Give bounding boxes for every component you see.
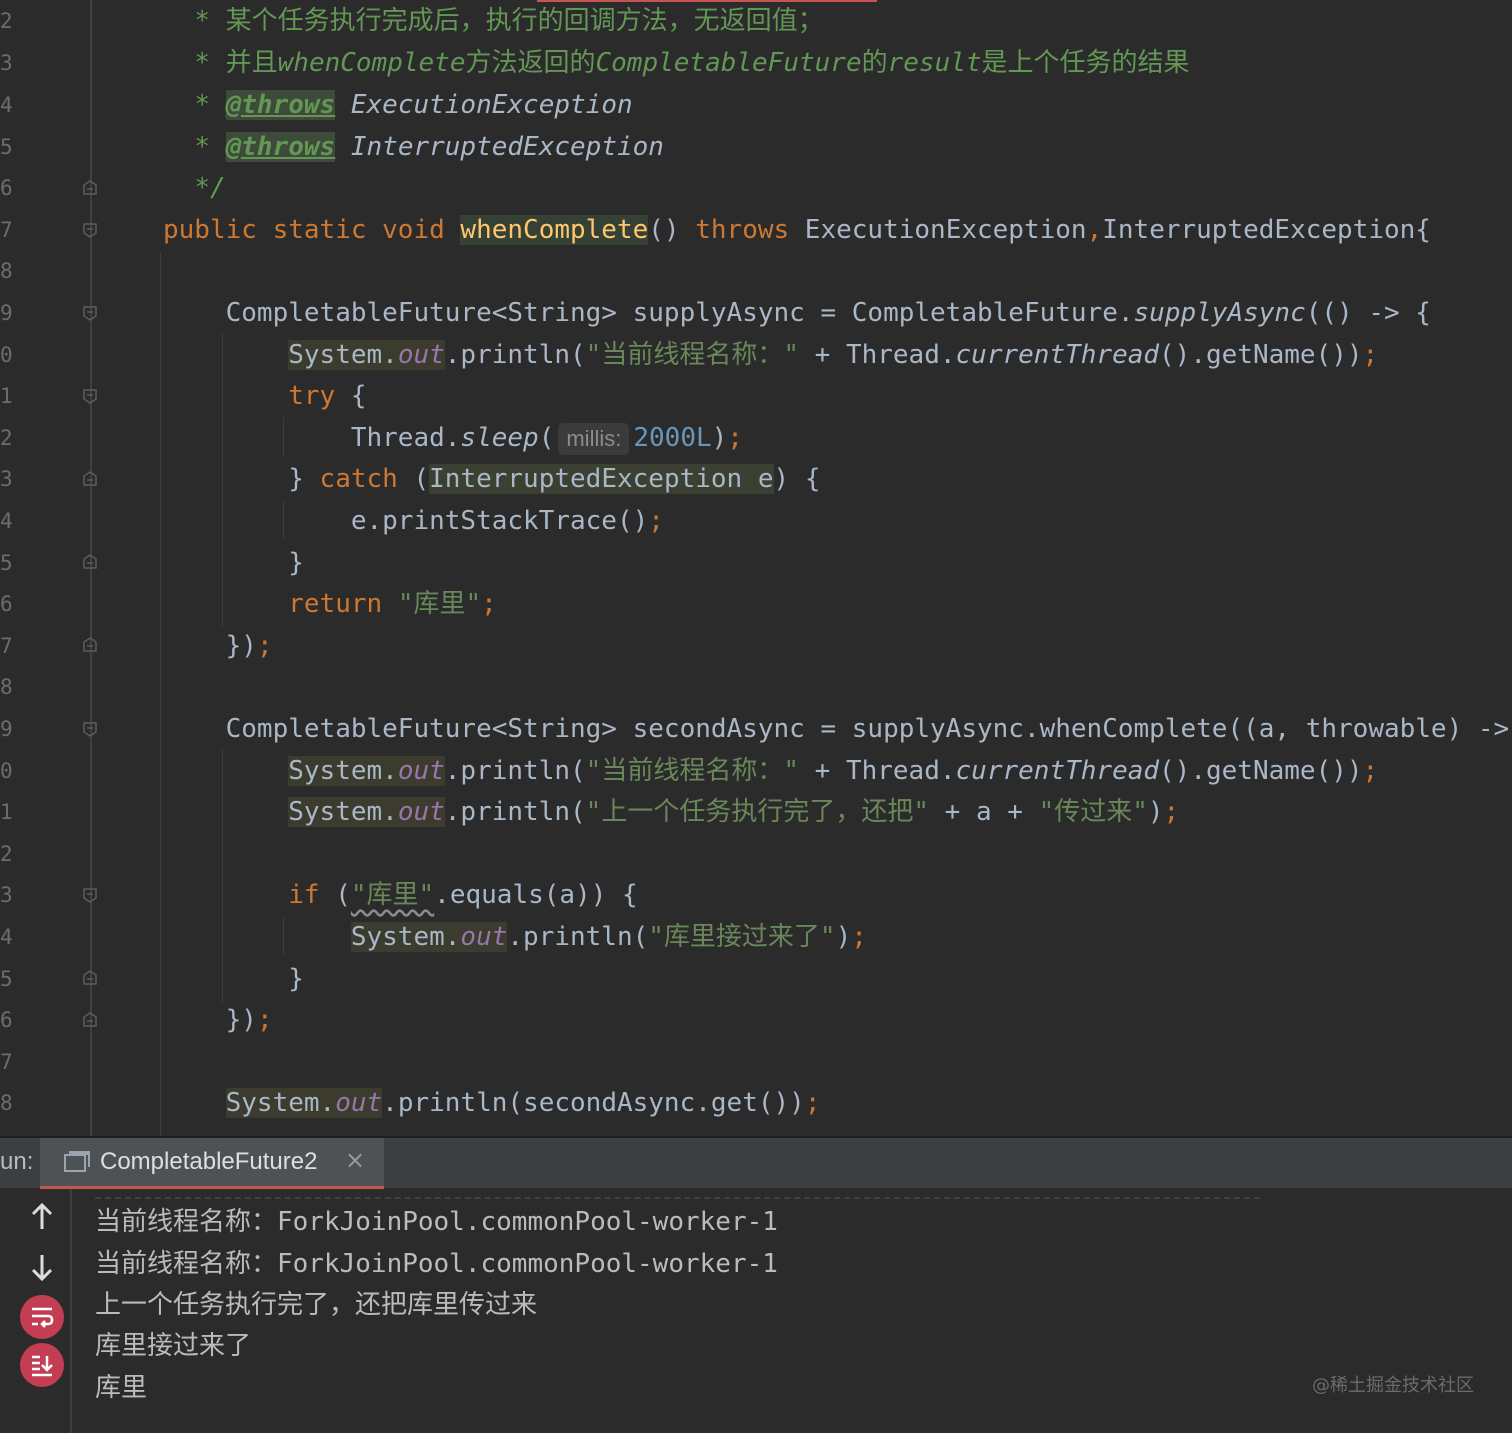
- line-number: 3: [0, 883, 13, 907]
- fold-start-icon[interactable]: [82, 222, 98, 238]
- code-line: try {: [288, 381, 367, 411]
- code-line: System.out.println("库里接过来了");: [350, 922, 867, 952]
- code-line: CompletableFuture<String> supplyAsync = …: [225, 298, 1431, 328]
- line-number: 8: [0, 675, 13, 699]
- console-line: 当前线程名称：ForkJoinPool.commonPool-worker-1: [95, 1249, 778, 1279]
- code-line: System.out.println(secondAsync.get());: [225, 1088, 821, 1118]
- console-toolbar: [0, 1189, 72, 1433]
- line-number: 4: [0, 925, 13, 949]
- line-number: 7: [0, 634, 13, 658]
- fold-start-icon[interactable]: [82, 887, 98, 903]
- line-number: 4: [0, 93, 13, 117]
- code-line: e.printStackTrace();: [350, 506, 664, 536]
- code-line: }: [288, 964, 304, 994]
- code-line: public static void whenComplete() throws…: [163, 215, 1431, 245]
- arrow-down-icon[interactable]: [20, 1245, 64, 1289]
- method-name: whenComplete: [460, 215, 649, 245]
- line-number: 9: [0, 717, 13, 741]
- close-icon[interactable]: ×: [345, 1146, 365, 1174]
- code-line: return "库里";: [288, 589, 497, 619]
- line-number: 5: [0, 135, 13, 159]
- fold-start-icon[interactable]: [82, 388, 98, 404]
- line-number: 6: [0, 592, 13, 616]
- code-line: });: [225, 1005, 273, 1035]
- indent-guide: [160, 252, 161, 1136]
- code-line: } catch (InterruptedException e) {: [288, 464, 821, 494]
- parameter-hint: millis:: [558, 423, 630, 455]
- fold-start-icon[interactable]: [82, 721, 98, 737]
- line-number: 1: [0, 800, 13, 824]
- fold-start-icon[interactable]: [82, 305, 98, 321]
- line-number: 0: [0, 759, 13, 783]
- code-line: * @throws InterruptedException: [194, 132, 664, 162]
- code-line: */: [194, 173, 226, 203]
- code-line: System.out.println("上一个任务执行完了，还把" + a + …: [288, 797, 1180, 827]
- code-line: * 并且whenComplete方法返回的CompletableFuture的r…: [194, 48, 1190, 78]
- arrow-up-icon[interactable]: [20, 1195, 64, 1239]
- truncated-output-line: [95, 1189, 1260, 1199]
- console-line: 库里: [95, 1373, 148, 1403]
- code-line: });: [225, 631, 273, 661]
- run-tab-title: CompletableFuture2: [100, 1148, 318, 1175]
- code-line: }: [288, 548, 304, 578]
- line-number: 7: [0, 1050, 13, 1074]
- line-number: 2: [0, 842, 13, 866]
- line-number: 0: [0, 343, 13, 367]
- line-number: 5: [0, 967, 13, 991]
- line-number: 6: [0, 176, 13, 200]
- code-line: Thread.sleep(millis: 2000L);: [350, 423, 743, 455]
- line-number: 3: [0, 467, 13, 491]
- line-number: 3: [0, 51, 13, 75]
- run-tab[interactable]: CompletableFuture2 ×: [40, 1138, 384, 1189]
- line-number: 7: [0, 218, 13, 242]
- code-line: CompletableFuture<String> secondAsync = …: [225, 714, 1512, 744]
- console-window-icon: [64, 1150, 90, 1176]
- fold-end-icon[interactable]: [82, 637, 98, 653]
- run-label: un:: [0, 1148, 34, 1175]
- console-output[interactable]: 当前线程名称：ForkJoinPool.commonPool-worker-1 …: [0, 1189, 1512, 1433]
- code-line: * @throws ExecutionException: [194, 90, 633, 120]
- line-number: 2: [0, 9, 13, 33]
- line-number: 8: [0, 1091, 13, 1115]
- line-number: 2: [0, 426, 13, 450]
- line-number: 4: [0, 509, 13, 533]
- code-line: System.out.println("当前线程名称：" + Thread.cu…: [288, 340, 1379, 370]
- line-number: 6: [0, 1008, 13, 1032]
- watermark: @稀土掘金技术社区: [1312, 1375, 1474, 1396]
- soft-wrap-icon[interactable]: [20, 1295, 64, 1339]
- line-number: 5: [0, 551, 13, 575]
- line-number: 1: [0, 384, 13, 408]
- fold-end-icon[interactable]: [82, 554, 98, 570]
- console-line: 当前线程名称：ForkJoinPool.commonPool-worker-1: [95, 1207, 778, 1237]
- run-panel-header: un: CompletableFuture2 ×: [0, 1138, 1512, 1189]
- fold-end-icon[interactable]: [82, 970, 98, 986]
- code-line: System.out.println("当前线程名称：" + Thread.cu…: [288, 756, 1379, 786]
- code-line: * 某个任务执行完成后，执行的回调方法，无返回值；: [194, 6, 824, 36]
- console-line: 库里接过来了: [95, 1331, 252, 1361]
- fold-end-icon[interactable]: [82, 471, 98, 487]
- console-line: 上一个任务执行完了，还把库里传过来: [95, 1290, 538, 1320]
- code-editor[interactable]: 2 3 4 5 6 7 8 9 0 1 2 3 4 5 6 7 8 9 0 1 …: [0, 0, 1512, 1136]
- line-number: 9: [0, 301, 13, 325]
- scroll-to-end-icon[interactable]: [20, 1343, 64, 1387]
- line-number: 8: [0, 259, 13, 283]
- code-line: if ("库里".equals(a)) {: [288, 880, 638, 910]
- fold-end-icon[interactable]: [82, 180, 98, 196]
- fold-end-icon[interactable]: [82, 1012, 98, 1028]
